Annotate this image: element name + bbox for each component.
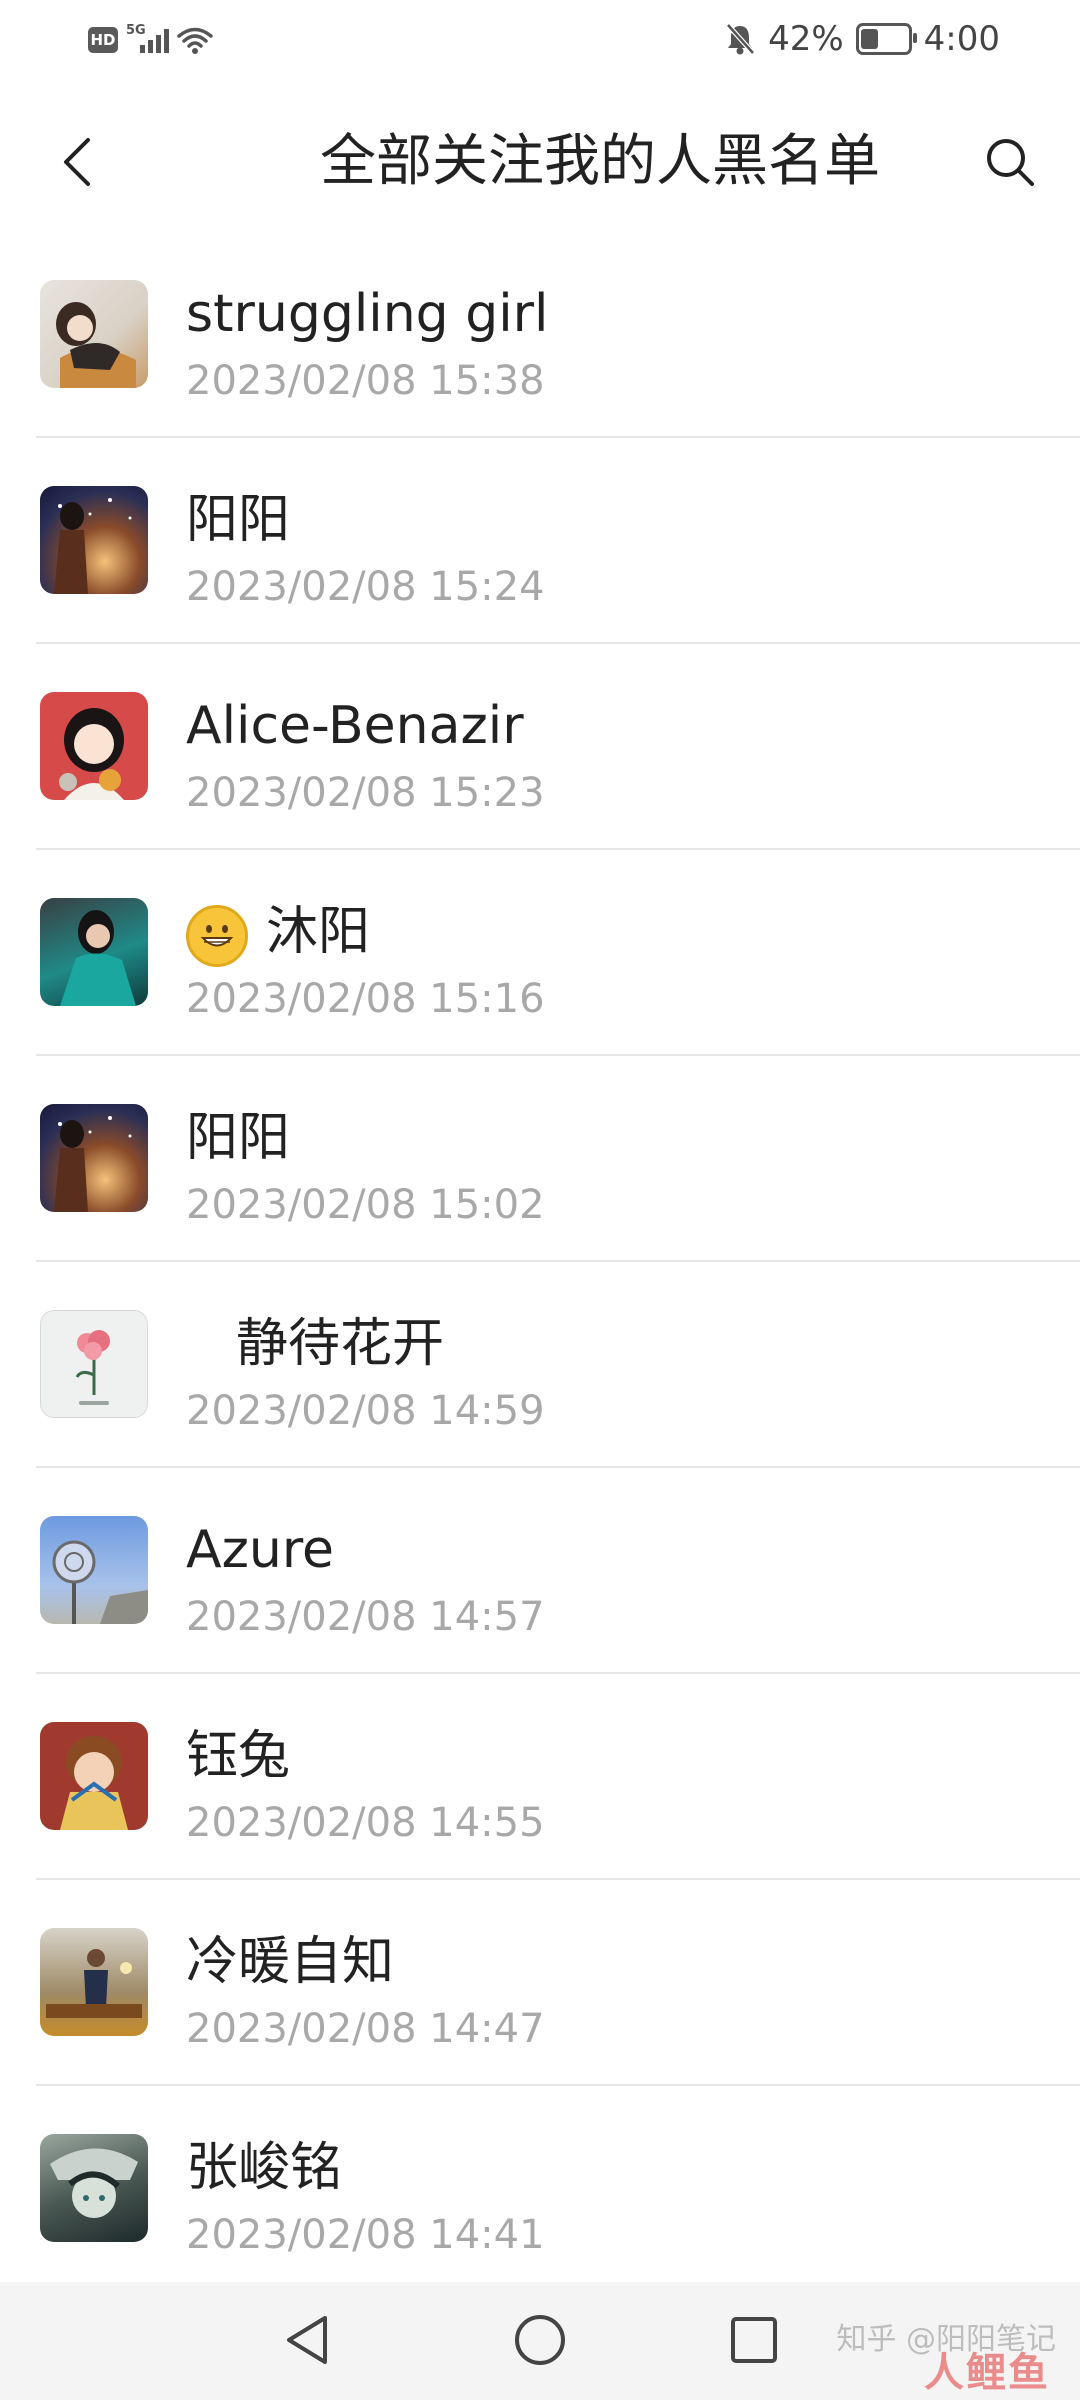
watermark-logo: 人鲤鱼 xyxy=(924,2350,1050,2396)
timestamp: 2023/02/08 14:59 xyxy=(186,1388,545,1434)
timestamp: 2023/02/08 15:38 xyxy=(186,358,545,404)
network-type: 5G xyxy=(126,23,146,38)
chevron-left-icon xyxy=(64,138,90,186)
hd-badge: HD xyxy=(88,27,118,53)
timestamp: 2023/02/08 14:41 xyxy=(186,2212,545,2258)
status-right: 42% 4:00 xyxy=(724,18,1000,60)
nav-home-button[interactable] xyxy=(500,2304,580,2376)
avatar[interactable] xyxy=(40,1310,148,1418)
timestamp: 2023/02/08 14:57 xyxy=(186,1594,545,1640)
search-button[interactable] xyxy=(970,122,1050,202)
user-name: 阳阳 xyxy=(186,1108,291,1168)
list-item[interactable]: struggling girl 2023/02/08 15:38 xyxy=(0,232,1080,438)
list-item[interactable]: 沐阳 2023/02/08 15:16 xyxy=(0,850,1080,1056)
user-name: Alice-Benazir xyxy=(186,696,524,756)
avatar[interactable] xyxy=(40,692,148,800)
timestamp: 2023/02/08 15:23 xyxy=(186,770,545,816)
user-name: 冷暖自知 xyxy=(186,1932,395,1992)
grinning-face-emoji-icon xyxy=(186,905,248,967)
cellular-signal-icon: 5G xyxy=(126,23,169,53)
battery-fill xyxy=(860,29,879,49)
triangle-back-icon xyxy=(287,2316,327,2364)
circle-home-icon xyxy=(515,2315,565,2365)
list-item[interactable]: 阳阳 2023/02/08 15:02 xyxy=(0,1056,1080,1262)
timestamp: 2023/02/08 15:02 xyxy=(186,1182,545,1228)
nav-back-button[interactable] xyxy=(268,2304,348,2376)
battery-percent: 42% xyxy=(768,19,844,59)
timestamp: 2023/02/08 14:47 xyxy=(186,2006,545,2052)
avatar[interactable] xyxy=(40,486,148,594)
list-item[interactable]: 静待花开 2023/02/08 14:59 xyxy=(0,1262,1080,1468)
user-name: Azure xyxy=(186,1520,335,1580)
battery-icon xyxy=(855,23,917,55)
avatar[interactable] xyxy=(40,280,148,388)
bell-muted-icon xyxy=(726,23,755,55)
top-app-bar: 全部关注我的人黑名单 xyxy=(0,92,1080,232)
blacklist-list: struggling girl 2023/02/08 15:38 阳阳 2023… xyxy=(0,232,1080,2292)
search-icon xyxy=(987,139,1034,186)
avatar[interactable] xyxy=(40,1722,148,1830)
nav-recents-button[interactable] xyxy=(714,2304,794,2376)
user-name: 钰兔 xyxy=(186,1726,291,1786)
avatar[interactable] xyxy=(40,1516,148,1624)
timestamp: 2023/02/08 15:24 xyxy=(186,564,545,610)
list-item[interactable]: 阳阳 2023/02/08 15:24 xyxy=(0,438,1080,644)
avatar[interactable] xyxy=(40,898,148,1006)
timestamp: 2023/02/08 14:55 xyxy=(186,1800,545,1846)
back-button[interactable] xyxy=(38,122,118,202)
square-recents-icon xyxy=(731,2317,777,2363)
list-item[interactable]: 钰兔 2023/02/08 14:55 xyxy=(0,1674,1080,1880)
system-navigation-bar: 知乎 @阳阳笔记 人鲤鱼 xyxy=(0,2282,1080,2400)
status-left: HD 5G xyxy=(88,22,213,58)
list-item[interactable]: Azure 2023/02/08 14:57 xyxy=(0,1468,1080,1674)
user-name: 沐阳 xyxy=(186,900,370,967)
page-title: 全部关注我的人黑名单 xyxy=(320,129,880,194)
avatar[interactable] xyxy=(40,1104,148,1212)
user-name: 阳阳 xyxy=(186,490,291,550)
avatar[interactable] xyxy=(40,1928,148,2036)
timestamp: 2023/02/08 15:16 xyxy=(186,976,545,1022)
status-bar: HD 5G 42% 4:00 xyxy=(0,0,1080,80)
user-name-text: 沐阳 xyxy=(266,902,371,962)
wifi-icon xyxy=(177,27,213,54)
user-name: 静待花开 xyxy=(236,1314,445,1374)
list-item[interactable]: Alice-Benazir 2023/02/08 15:23 xyxy=(0,644,1080,850)
user-name: struggling girl xyxy=(186,284,549,344)
user-name: 张峻铭 xyxy=(186,2138,343,2198)
clock: 4:00 xyxy=(923,19,1000,59)
list-item[interactable]: 冷暖自知 2023/02/08 14:47 xyxy=(0,1880,1080,2086)
avatar[interactable] xyxy=(40,2134,148,2242)
list-item[interactable]: 张峻铭 2023/02/08 14:41 xyxy=(0,2086,1080,2292)
